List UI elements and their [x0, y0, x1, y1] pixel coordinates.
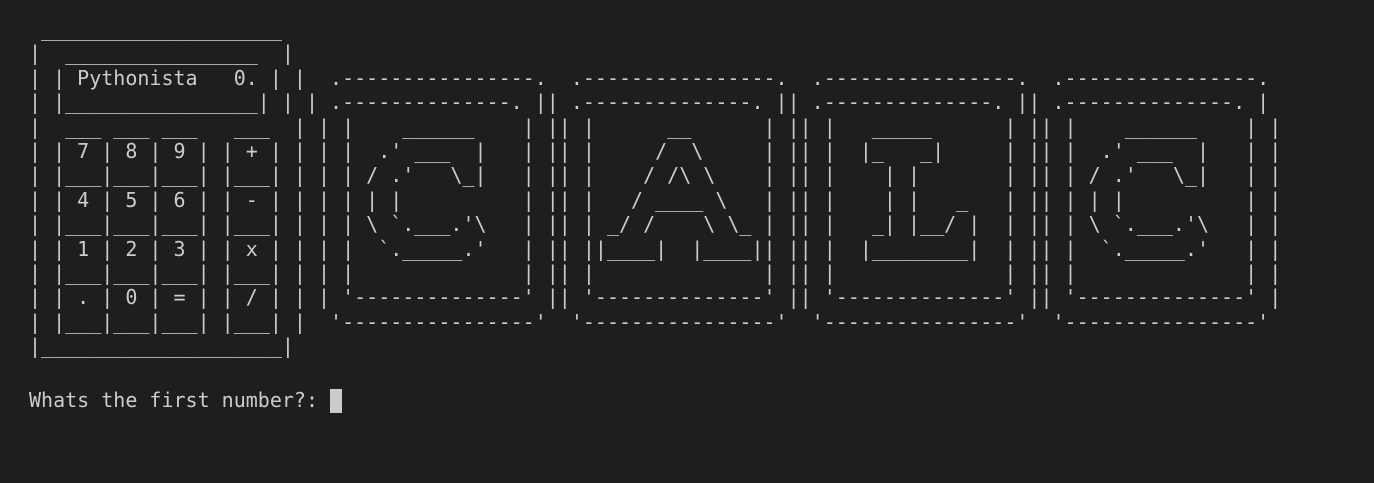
- terminal-window[interactable]: ____________________ | ________________ …: [0, 0, 1374, 483]
- banner-line: | |___|___|___| |___| | '---------------…: [29, 309, 1270, 334]
- banner-line: | | Pythonista 0. | | .----------------.…: [29, 65, 1270, 90]
- banner-line: | | 7 | 8 | 9 | | + | | | | .' ___ | | |…: [29, 139, 1282, 164]
- banner-line: | | . | 0 | = | | / | | | '-------------…: [29, 285, 1282, 310]
- banner-line: | |________________| | | .--------------…: [29, 90, 1270, 115]
- banner-line: ____________________: [41, 17, 282, 41]
- prompt-text: Whats the first number?:: [29, 388, 318, 413]
- calculator-ascii-banner: ____________________ | ________________ …: [29, 17, 1281, 359]
- banner-line: |____________________|: [29, 334, 294, 359]
- text-cursor[interactable]: [329, 388, 342, 413]
- banner-line: | |___|___|___| |___| | | | | || | | || …: [29, 261, 1282, 286]
- banner-line: | | 4 | 5 | 6 | | - | | | | | | | || | /…: [29, 187, 1282, 212]
- banner-line: | ___ ___ ___ ___ | | | ______ | || | __…: [29, 114, 1282, 139]
- banner-line: | | 1 | 2 | 3 | | x | | | | `._____.' | …: [29, 236, 1282, 261]
- banner-line: | |___|___|___| |___| | | | \ `.___.'\ |…: [29, 212, 1282, 237]
- banner-line: | ________________ |: [29, 41, 294, 66]
- banner-line: | |___|___|___| |___| | | | / .' \_| | |…: [29, 163, 1282, 188]
- input-prompt-line[interactable]: Whats the first number?:: [29, 388, 342, 413]
